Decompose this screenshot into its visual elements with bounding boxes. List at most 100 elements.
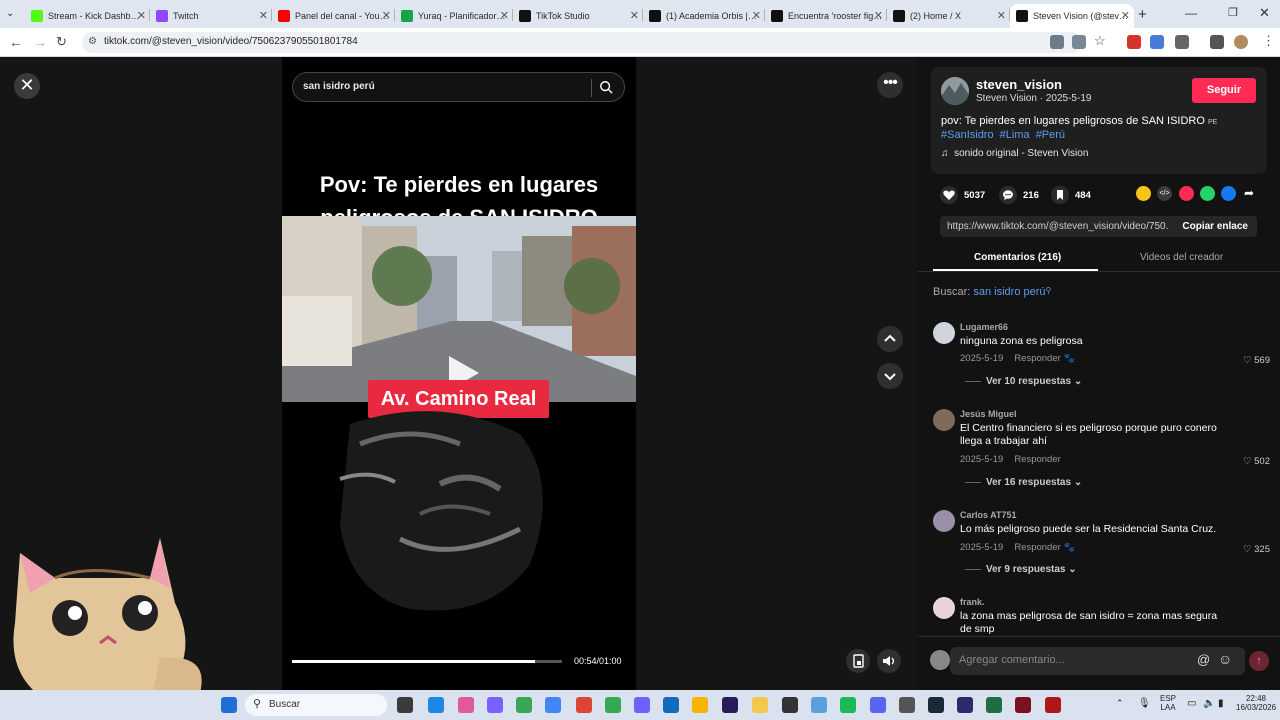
video-link[interactable]: https://www.tiktok.com/@steven_vision/vi… [947,221,1169,232]
whatsapp-icon[interactable] [1200,186,1215,201]
browser-menu-icon[interactable]: ⋮ [1262,33,1275,49]
related-search-query[interactable]: san isidro perú [973,286,1045,298]
video-progress-bar[interactable] [292,660,562,663]
microphone-icon[interactable]: 🎙 [1138,698,1151,709]
mention-icon[interactable]: @ [1197,652,1210,667]
hashtag-link[interactable]: #Lima [1000,129,1030,141]
speaker-icon[interactable]: 🔈 [1203,698,1215,709]
tray-chevron-icon[interactable]: ⌃ [1116,698,1124,709]
more-options-button[interactable]: ••• [877,72,903,98]
chrome-icon[interactable] [545,697,561,713]
chrome-icon[interactable] [634,697,650,713]
close-video-button[interactable]: ✕ [14,73,40,99]
commenter-avatar[interactable] [933,510,955,532]
comment-like[interactable]: ♡ 569 [1243,355,1270,366]
browser-tab[interactable]: TikTok Studio ✕ [513,4,643,28]
search-field[interactable]: san isidro perú [292,72,625,102]
close-tab-icon[interactable]: ✕ [500,9,509,22]
store-icon[interactable] [487,697,503,713]
commenter-avatar[interactable] [933,322,955,344]
chrome-icon[interactable] [576,697,592,713]
send-to-friends-icon[interactable] [1179,186,1194,201]
tab-creator-videos[interactable]: Videos del creador [1140,252,1223,263]
browser-tab[interactable]: Stream - Kick Dashb… ✕ [25,4,150,28]
close-tab-icon[interactable]: ✕ [752,9,761,22]
commenter-name[interactable]: Jesús Miguel [960,409,1017,419]
headset-icon[interactable] [957,697,973,713]
browser-tab[interactable]: Yuraq - Planificador… ✕ [395,4,513,28]
network-icon[interactable]: ▭ [1187,698,1196,709]
translate-icon[interactable] [1050,35,1064,49]
commenter-name[interactable]: Lugamer66 [960,322,1008,332]
view-replies-button[interactable]: Ver 9 respuestas ⌄ [965,564,1077,575]
browser-tab[interactable]: Encuentra 'rooster fig… ✕ [765,4,887,28]
maximize-window-button[interactable]: ❐ [1228,6,1238,19]
site-info-icon[interactable]: ⚙ [88,36,97,47]
app-icon[interactable] [899,697,915,713]
close-tab-icon[interactable]: ✕ [997,9,1006,22]
extension-icon[interactable] [1150,35,1164,49]
extensions-puzzle-icon[interactable] [1175,35,1189,49]
app-icon[interactable] [811,697,827,713]
post-comment-button[interactable]: ↑ [1249,651,1269,671]
commenter-name[interactable]: Carlos AT751 [960,510,1017,520]
search-icon[interactable] [599,80,613,94]
commenter-avatar[interactable] [933,409,955,431]
hashtag-link[interactable]: #Perú [1036,129,1065,141]
browser-tab[interactable]: (1) Academia Orbis |… ✕ [643,4,765,28]
view-replies-button[interactable]: Ver 16 respuestas ⌄ [965,477,1082,488]
copilot-icon[interactable] [458,697,474,713]
close-tab-icon[interactable]: ✕ [874,9,883,22]
hashtag-link[interactable]: #SanIsidro [941,129,994,141]
spotify-icon[interactable] [840,697,856,713]
music-info[interactable]: ♫ sonido original - Steven Vision [941,148,1088,159]
search-input[interactable]: san isidro perú [303,81,375,92]
share-repost-icon[interactable] [1136,186,1151,201]
copy-link-button[interactable]: Copiar enlace [1182,221,1248,232]
close-tab-icon[interactable]: ✕ [259,9,268,22]
floating-player-button[interactable] [846,649,870,673]
install-app-icon[interactable] [1072,35,1086,49]
comment-button[interactable]: 216 [999,186,1039,204]
taskbar-search[interactable]: ⚲ Buscar [245,694,387,716]
reply-button[interactable]: Responder [1014,542,1060,553]
excel-icon[interactable] [986,697,1002,713]
like-button[interactable]: 5037 [940,186,985,204]
close-tab-icon[interactable]: ✕ [1121,9,1130,22]
close-tab-icon[interactable]: ✕ [382,9,391,22]
share-arrow-icon[interactable]: ➦ [1244,186,1254,200]
clock[interactable]: 22:48 16/03/2026 [1236,694,1276,712]
url-field[interactable]: ⚙ tiktok.com/@steven_vision/video/750623… [82,32,1082,53]
comment-input[interactable]: Agregar comentario... @ ☺ [950,647,1245,675]
volume-button[interactable] [877,649,901,673]
premiere-icon[interactable] [722,697,738,713]
reply-button[interactable]: Responder [1014,353,1060,364]
emoji-icon[interactable]: ☺ [1218,651,1232,667]
minimize-window-button[interactable]: — [1185,6,1197,20]
tab-list-chevron-icon[interactable]: ⌄ [6,8,14,19]
reload-button[interactable]: ↻ [56,34,67,50]
new-tab-button[interactable]: + [1138,6,1147,23]
next-video-button[interactable] [877,363,903,389]
follow-button[interactable]: Seguir [1192,78,1256,103]
save-button[interactable]: 484 [1051,186,1091,204]
facebook-icon[interactable] [1221,186,1236,201]
language-indicator[interactable]: ESP LAA [1158,694,1178,712]
edge-icon[interactable] [428,697,444,713]
reply-button[interactable]: Responder [1014,454,1060,465]
app-icon[interactable] [1015,697,1031,713]
browser-tab[interactable]: Steven Vision (@stev… ✕ [1010,4,1134,28]
back-button[interactable]: ← [9,34,23,50]
previous-video-button[interactable] [877,326,903,352]
close-window-button[interactable]: ✕ [1259,5,1270,21]
browser-tab[interactable]: Twitch ✕ [150,4,272,28]
obs-icon[interactable] [782,697,798,713]
windows-start-icon[interactable] [221,697,237,713]
commenter-avatar[interactable] [933,597,955,619]
close-tab-icon[interactable]: ✕ [137,9,146,22]
close-tab-icon[interactable]: ✕ [630,9,639,22]
battery-icon[interactable]: ▮ [1218,698,1224,709]
extension-icon[interactable] [1127,35,1141,49]
search-icon[interactable]: ⚲ [1046,286,1052,295]
folder-icon[interactable] [692,697,708,713]
